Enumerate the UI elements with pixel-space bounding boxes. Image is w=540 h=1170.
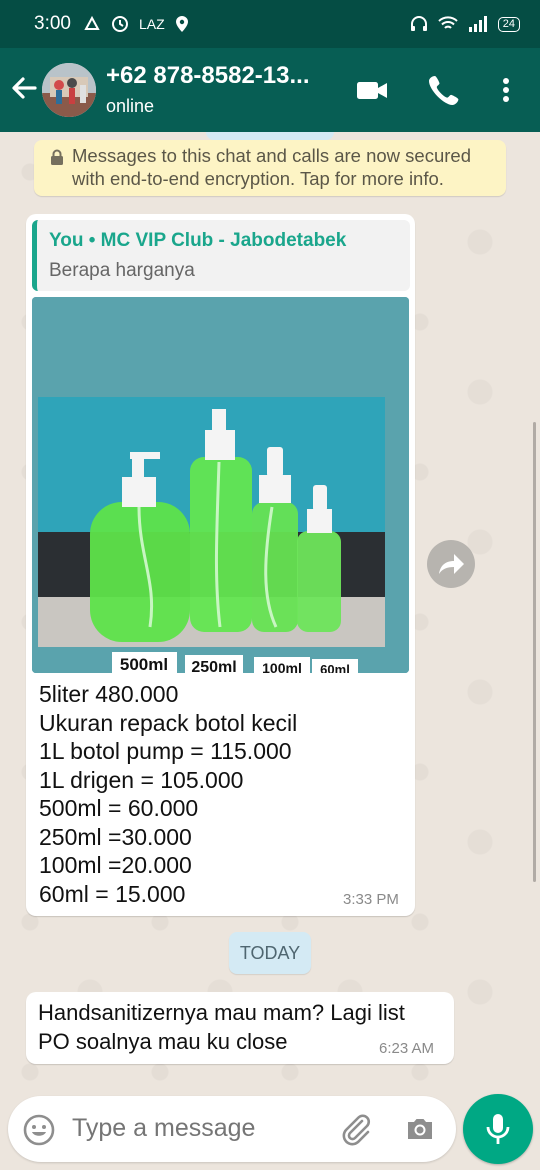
contact-name[interactable]: +62 878-8582-13... [106, 62, 346, 90]
video-call-icon[interactable] [352, 70, 392, 110]
arrow-left-icon[interactable] [8, 72, 40, 104]
photo-label: 500ml [120, 655, 168, 673]
lock-icon [51, 149, 63, 165]
message-line: Handsanitizernya mau mam? Lagi list [38, 1000, 405, 1025]
message-line: 1L drigen = 105.000 [39, 766, 244, 793]
message-line: Ukuran repack botol kecil [39, 709, 298, 736]
mic-button[interactable] [463, 1094, 533, 1164]
scrollbar[interactable] [533, 422, 536, 882]
location-icon [175, 16, 188, 32]
emoji-icon[interactable] [22, 1113, 56, 1147]
message-line: 60ml = 15.000 [39, 880, 186, 907]
photo-label: 250ml [191, 659, 236, 673]
encryption-text: Messages to this chat and calls are now … [72, 145, 471, 189]
more-vertical-icon[interactable] [486, 70, 526, 110]
message-line: 1L botol pump = 115.000 [39, 738, 292, 764]
contact-status: online [106, 96, 155, 116]
quote-text: Berapa harganya [49, 260, 195, 281]
message-bubble[interactable]: Handsanitizernya mau mam? Lagi list PO s… [26, 992, 454, 1064]
message-text: 5liter 480.000 Ukuran repack botol kecil… [39, 680, 297, 908]
quote-author: You • MC VIP Club - Jabodetabek [49, 230, 347, 251]
message-line: 5liter 480.000 [39, 681, 179, 707]
message-bubble[interactable]: You • MC VIP Club - Jabodetabek Berapa h… [26, 214, 415, 916]
mic-icon [486, 1114, 510, 1144]
phone-icon[interactable] [424, 70, 464, 110]
date-divider-partial [206, 132, 334, 140]
message-line: 100ml =20.000 [39, 852, 192, 878]
chat-header: +62 878-8582-13... online [0, 48, 540, 132]
battery-indicator: 24 [497, 16, 520, 32]
message-input[interactable] [72, 1114, 322, 1143]
photo-label: 100ml [262, 660, 302, 673]
wifi-icon [438, 16, 458, 29]
message-time: 6:23 AM [379, 1040, 435, 1057]
message-line: 250ml =30.000 [39, 823, 192, 850]
chat-area[interactable]: Messages to this chat and calls are now … [0, 132, 540, 1090]
product-photo[interactable]: 500ml 250ml 100ml 60ml [32, 297, 409, 673]
status-bar: 3:00 LAZ 24 [0, 0, 540, 48]
photo-label: 60ml [320, 662, 350, 673]
carrier-badge: LAZ [138, 16, 165, 32]
message-time: 3:33 PM [343, 891, 399, 908]
message-input-bar [8, 1096, 456, 1162]
status-time: 3:00 [34, 13, 71, 34]
notification-icon [84, 15, 100, 30]
forward-icon [439, 554, 464, 574]
quoted-message[interactable]: You • MC VIP Club - Jabodetabek Berapa h… [32, 220, 410, 291]
camera-icon[interactable] [404, 1113, 436, 1145]
headset-icon [410, 16, 427, 31]
encryption-notice[interactable]: Messages to this chat and calls are now … [34, 140, 506, 196]
message-text: Handsanitizernya mau mam? Lagi list PO s… [38, 998, 405, 1056]
paperclip-icon[interactable] [338, 1111, 374, 1147]
signal-icon [468, 16, 487, 32]
clock-icon [111, 16, 128, 32]
message-line: PO soalnya mau ku close [38, 1029, 288, 1054]
message-line: 500ml = 60.000 [39, 795, 199, 821]
forward-button[interactable] [427, 540, 475, 588]
avatar[interactable] [42, 63, 96, 117]
date-divider: TODAY [229, 932, 311, 974]
